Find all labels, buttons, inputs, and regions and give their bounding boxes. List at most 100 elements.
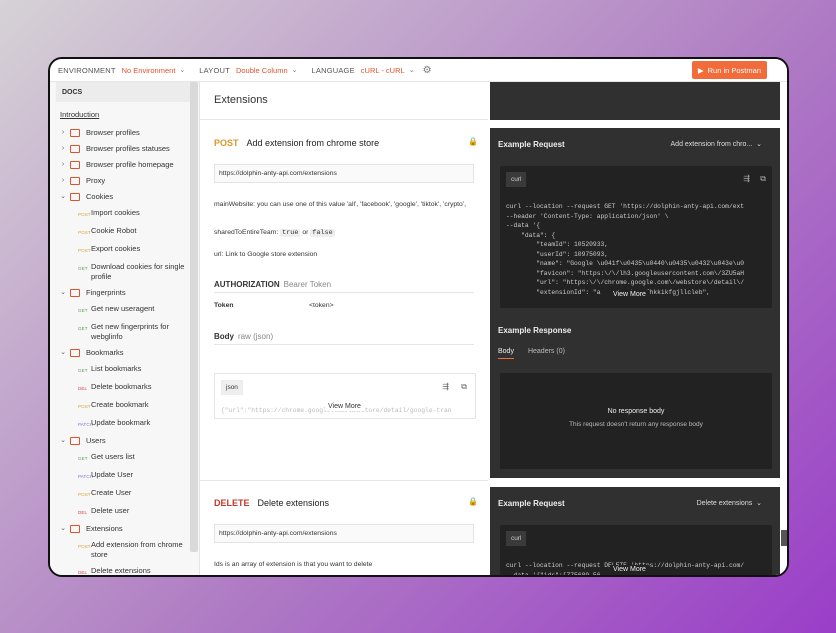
introduction-link[interactable]: Introduction xyxy=(50,102,199,125)
sidebar-request[interactable]: GET Get new fingerprints for webglinfo xyxy=(50,319,199,345)
examples-pane: Example Request Add extension from chro.… xyxy=(488,82,787,575)
environment-select[interactable]: No Environment xyxy=(122,66,176,75)
sidebar-item-label: Get users list xyxy=(91,452,135,461)
tab-body[interactable]: Body xyxy=(498,348,514,359)
sidebar-folder[interactable]: ⌄ Users xyxy=(50,433,199,449)
sidebar-folder[interactable]: ⌄ Fingerprints xyxy=(50,285,199,301)
sidebar-request[interactable]: GET Download cookies for single profile xyxy=(50,259,199,285)
folder-icon xyxy=(70,437,80,445)
chevron-right-icon[interactable]: › xyxy=(58,144,68,154)
method-badge: POST xyxy=(78,230,91,235)
sidebar-request[interactable]: POST Export cookies xyxy=(50,241,199,259)
wrap-icon[interactable]: ⇶ xyxy=(442,382,449,391)
chevron-down-icon[interactable]: ⌄ xyxy=(292,66,298,74)
chevron-down-icon[interactable]: ⌄ xyxy=(58,192,68,202)
description-ids: Ids is an array of extension is that you… xyxy=(214,561,373,568)
method-badge: GET xyxy=(78,368,88,373)
sidebar-folder[interactable]: › Browser profiles xyxy=(50,125,199,141)
view-more-button[interactable]: View More xyxy=(610,565,649,574)
sidebar-request[interactable]: DEL Delete user xyxy=(50,503,199,521)
request-title: DELETE Delete extensions xyxy=(214,498,330,508)
sidebar-folder[interactable]: ⌄ Extensions xyxy=(50,521,199,537)
sidebar-request[interactable]: POST Import cookies xyxy=(50,205,199,223)
sidebar-item-label: Cookie Robot xyxy=(91,226,137,235)
right-scrollbar[interactable] xyxy=(781,530,787,546)
chevron-down-icon[interactable]: ⌄ xyxy=(179,66,185,74)
example-panel: Example Request Delete extensions ⌄ curl… xyxy=(490,487,780,575)
chevron-down-icon[interactable]: ⌄ xyxy=(58,436,68,446)
copy-icon[interactable]: ⧉ xyxy=(760,174,766,184)
folder-icon xyxy=(70,161,80,169)
layout-label: LAYOUT xyxy=(199,65,230,75)
code-line: "teamId": 10520933, xyxy=(506,241,609,248)
json-tag: json xyxy=(221,380,243,395)
wrap-icon[interactable]: ⇶ xyxy=(743,174,750,183)
view-more-button[interactable]: View More xyxy=(610,290,649,299)
sidebar-folder[interactable]: ⌄ Bookmarks xyxy=(50,345,199,361)
sidebar-request[interactable]: GET Get new useragent xyxy=(50,301,199,319)
lock-icon: 🔒 xyxy=(468,137,478,146)
folder-icon xyxy=(70,145,80,153)
sidebar-folder[interactable]: › Proxy xyxy=(50,173,199,189)
view-more-button[interactable]: View More xyxy=(325,402,364,411)
code-line: "url": "https:\/\/chrome.google.com\/web… xyxy=(506,279,745,286)
token-row: Token <token> xyxy=(214,302,334,309)
method-badge: POST xyxy=(78,544,91,549)
chevron-down-icon[interactable]: ⌄ xyxy=(58,288,68,298)
docs-title: DOCS xyxy=(56,82,193,102)
sidebar-item-label: Bookmarks xyxy=(86,348,124,357)
sidebar-item-label: Fingerprints xyxy=(86,288,126,297)
sidebar-request[interactable]: DEL Delete extensions xyxy=(50,563,199,575)
example-select[interactable]: Add extension from chro... ⌄ xyxy=(671,140,762,148)
chevron-down-icon[interactable]: ⌄ xyxy=(58,524,68,534)
example-select[interactable]: Delete extensions ⌄ xyxy=(697,499,762,507)
sidebar-request[interactable]: GET Get users list xyxy=(50,449,199,467)
sidebar-item-label: Create bookmark xyxy=(91,400,149,409)
description-main-website: mainWebsite: you can use one of this val… xyxy=(214,201,467,208)
sidebar-item-label: Delete extensions xyxy=(91,566,151,575)
folder-icon xyxy=(70,525,80,533)
sidebar-request[interactable]: POST Add extension from chrome store xyxy=(50,537,199,563)
authorization-heading: AUTHORIZATION Bearer Token xyxy=(214,280,332,289)
sidebar-request[interactable]: POST Create User xyxy=(50,485,199,503)
sidebar-item-label: Create User xyxy=(91,488,132,497)
sidebar-request[interactable]: POST Create bookmark xyxy=(50,397,199,415)
sidebar-item-label: Users xyxy=(86,436,106,445)
folder-icon xyxy=(70,193,80,201)
example-request-code: curl ⇶ ⧉ curl --location --request GET '… xyxy=(500,166,772,308)
language-select[interactable]: cURL - cURL xyxy=(361,66,405,75)
chevron-right-icon[interactable]: › xyxy=(58,176,68,186)
gear-icon[interactable]: ⚙ xyxy=(423,65,432,76)
sidebar-request[interactable]: GET List bookmarks xyxy=(50,361,199,379)
lock-icon: 🔒 xyxy=(468,497,478,506)
copy-icon[interactable]: ⧉ xyxy=(461,382,467,392)
chevron-right-icon[interactable]: › xyxy=(58,160,68,170)
sidebar-folder[interactable]: ⌄ Cookies xyxy=(50,189,199,205)
sidebar-request[interactable]: PATCH Update User xyxy=(50,467,199,485)
chevron-down-icon[interactable]: ⌄ xyxy=(409,66,415,74)
curl-tag: curl xyxy=(506,531,527,546)
sidebar-item-label: Update User xyxy=(91,470,134,479)
sidebar-request[interactable]: PATCH Update bookmark xyxy=(50,415,199,433)
chevron-down-icon[interactable]: ⌄ xyxy=(58,348,68,358)
top-toolbar: ENVIRONMENT No Environment ⌄ LAYOUT Doub… xyxy=(50,59,787,82)
example-panel: Example Request Add extension from chro.… xyxy=(490,128,780,478)
method-badge: GET xyxy=(78,266,88,271)
sidebar-item-label: Browser profiles statuses xyxy=(86,144,170,153)
method-badge: GET xyxy=(78,326,88,331)
run-in-postman-button[interactable]: ▶ Run in Postman xyxy=(691,61,767,79)
tab-headers[interactable]: Headers (0) xyxy=(528,348,565,359)
chevron-right-icon[interactable]: › xyxy=(58,128,68,138)
app-window: ENVIRONMENT No Environment ⌄ LAYOUT Doub… xyxy=(48,57,789,577)
layout-select[interactable]: Double Column xyxy=(236,66,288,75)
sidebar-request[interactable]: POST Cookie Robot xyxy=(50,223,199,241)
code-lines: curl --location --request GET 'https://d… xyxy=(506,202,744,297)
sidebar-folder[interactable]: › Browser profiles statuses xyxy=(50,141,199,157)
sidebar-request[interactable]: DEL Delete bookmarks xyxy=(50,379,199,397)
sidebar-scrollbar[interactable] xyxy=(190,82,198,552)
method-badge: POST xyxy=(78,248,91,253)
code-line: curl --location --request GET 'https://d… xyxy=(506,203,745,210)
sidebar-folder[interactable]: › Browser profile homepage xyxy=(50,157,199,173)
sidebar-item-label: Browser profiles xyxy=(86,128,140,137)
sidebar-item-label: Extensions xyxy=(86,524,123,533)
